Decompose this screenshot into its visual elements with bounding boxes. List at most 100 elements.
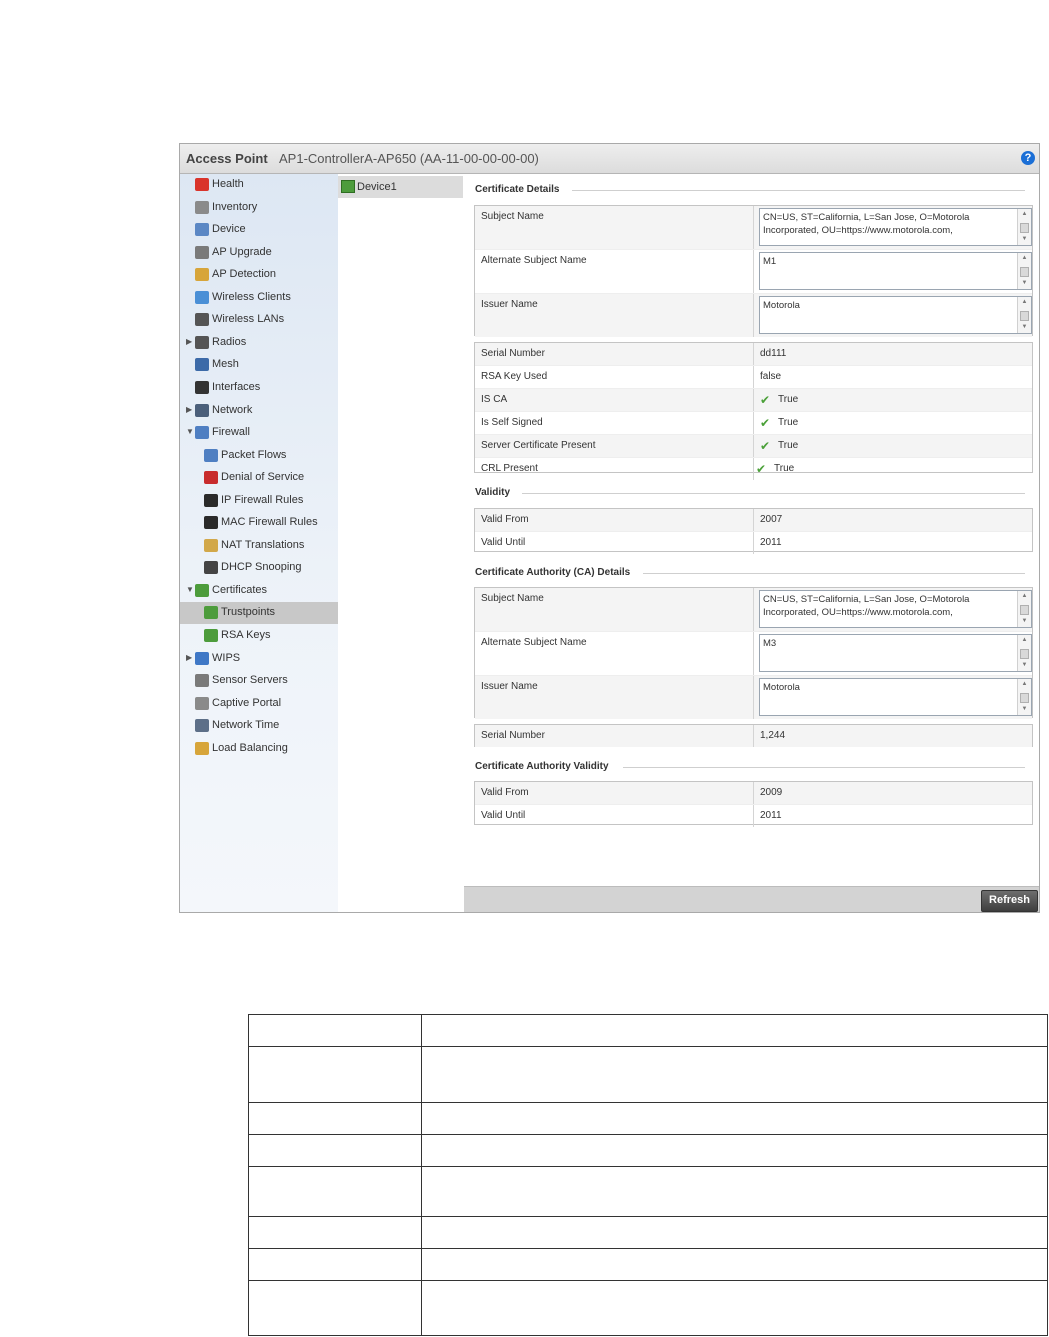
issuer-name-scrollbar[interactable]: ▲ ▼ <box>1017 297 1031 333</box>
nav-item-sensor-servers[interactable]: Sensor Servers <box>180 670 338 692</box>
is-self-signed-value: True <box>778 417 799 428</box>
device-label: Device1 <box>357 181 397 193</box>
check-icon: ✔ <box>760 416 771 430</box>
nav-item-wireless-clients[interactable]: Wireless Clients <box>180 287 338 309</box>
scroll-down-icon[interactable]: ▼ <box>1018 235 1031 244</box>
expand-arrow-icon[interactable]: ▶ <box>186 405 194 414</box>
ca-subject-name-scrollbar[interactable]: ▲ ▼ <box>1017 591 1031 627</box>
section-title-validity: Validity <box>475 487 511 498</box>
nav-item-mesh[interactable]: Mesh <box>180 354 338 376</box>
nav-item-mac-firewall-rules[interactable]: MAC Firewall Rules <box>180 512 338 534</box>
ca-issuer-name-scrollbar[interactable]: ▲ ▼ <box>1017 679 1031 715</box>
row-ca-issuer-name: Issuer Name Motorola ▲ ▼ <box>475 676 1032 719</box>
nav-item-label: Firewall <box>212 426 250 439</box>
expand-arrow-icon[interactable]: ▶ <box>186 337 194 346</box>
nav-item-ap-upgrade[interactable]: AP Upgrade <box>180 242 338 264</box>
serial-number-label: Serial Number <box>481 348 545 359</box>
trustpoint-details-panel: Certificate Details Subject Name CN=US, … <box>464 174 1039 912</box>
scroll-up-icon[interactable]: ▲ <box>1018 592 1031 601</box>
scroll-up-icon[interactable]: ▲ <box>1018 636 1031 645</box>
nav-item-label: Trustpoints <box>221 606 276 619</box>
rsa-key-used-value: false <box>760 371 782 382</box>
scroll-up-icon[interactable]: ▲ <box>1018 298 1031 307</box>
expand-arrow-icon[interactable]: ▶ <box>186 653 194 662</box>
scroll-thumb[interactable] <box>1020 311 1029 321</box>
ca-alt-subject-name-label: Alternate Subject Name <box>481 637 587 648</box>
collapse-arrow-icon[interactable]: ▼ <box>186 427 194 436</box>
row-is-ca: IS CA ✔ True <box>475 389 1032 412</box>
nav-item-trustpoints[interactable]: Trustpoints <box>180 602 338 625</box>
nav-item-radios[interactable]: ▶ Radios <box>180 332 338 354</box>
scroll-thumb[interactable] <box>1020 693 1029 703</box>
nav-item-captive-portal[interactable]: Captive Portal <box>180 693 338 715</box>
nav-item-network-time[interactable]: Network Time <box>180 715 338 737</box>
page-title: Access Point <box>186 151 268 166</box>
row-alt-subject-name: Alternate Subject Name M1 ▲ ▼ <box>475 250 1032 294</box>
scroll-up-icon[interactable]: ▲ <box>1018 254 1031 263</box>
scroll-thumb[interactable] <box>1020 649 1029 659</box>
scroll-down-icon[interactable]: ▼ <box>1018 323 1031 332</box>
alt-subject-name-textarea[interactable]: M1 ▲ ▼ <box>759 252 1032 290</box>
alt-subject-name-scrollbar[interactable]: ▲ ▼ <box>1017 253 1031 289</box>
ca-valid-from-label: Valid From <box>481 787 529 798</box>
table-row <box>248 1046 1048 1103</box>
table-row <box>248 1248 1048 1281</box>
subject-name-label: Subject Name <box>481 211 544 222</box>
rsa-key-used-label: RSA Key Used <box>481 371 548 382</box>
help-icon[interactable]: ? <box>1021 151 1035 165</box>
packet-flows-icon <box>204 448 218 462</box>
scroll-thumb[interactable] <box>1020 223 1029 233</box>
nav-item-wips[interactable]: ▶ WIPS <box>180 648 338 670</box>
nav-item-label: Sensor Servers <box>212 674 288 687</box>
valid-until-value: 2011 <box>760 537 782 548</box>
nav-item-label: Network Time <box>212 719 280 732</box>
nav-item-ip-firewall-rules[interactable]: IP Firewall Rules <box>180 490 338 512</box>
refresh-button[interactable]: Refresh <box>981 890 1038 912</box>
nav-item-label: Denial of Service <box>221 471 305 484</box>
device-list-item[interactable]: Device1 <box>338 176 463 198</box>
nav-item-inventory[interactable]: Inventory <box>180 197 338 219</box>
row-ca-serial-number: Serial Number 1,244 <box>475 725 1032 747</box>
scroll-down-icon[interactable]: ▼ <box>1018 279 1031 288</box>
ca-alt-subject-name-textarea[interactable]: M3 ▲ ▼ <box>759 634 1032 672</box>
section-divider <box>643 573 1025 574</box>
row-rsa-key-used: RSA Key Used false <box>475 366 1032 389</box>
scroll-down-icon[interactable]: ▼ <box>1018 617 1031 626</box>
nav-item-packet-flows[interactable]: Packet Flows <box>180 445 338 467</box>
ca-subject-name-textarea[interactable]: CN=US, ST=California, L=San Jose, O=Moto… <box>759 590 1032 628</box>
nav-item-load-balancing[interactable]: Load Balancing <box>180 738 338 760</box>
nav-item-dhcp-snooping[interactable]: DHCP Snooping <box>180 557 338 579</box>
title-bar: Access Point AP1-ControllerA-AP650 (AA-1… <box>180 144 1039 174</box>
scroll-down-icon[interactable]: ▼ <box>1018 705 1031 714</box>
scroll-thumb[interactable] <box>1020 605 1029 615</box>
nav-item-interfaces[interactable]: Interfaces <box>180 377 338 399</box>
device-list: Device1 <box>338 174 465 912</box>
nav-item-network[interactable]: ▶ Network <box>180 400 338 422</box>
nav-item-firewall[interactable]: ▼ Firewall <box>180 422 338 444</box>
nav-item-wireless-lans[interactable]: Wireless LANs <box>180 309 338 331</box>
collapse-arrow-icon[interactable]: ▼ <box>186 585 194 594</box>
issuer-name-textarea[interactable]: Motorola ▲ ▼ <box>759 296 1032 334</box>
scroll-down-icon[interactable]: ▼ <box>1018 661 1031 670</box>
nav-item-label: MAC Firewall Rules <box>221 516 318 529</box>
subject-name-scrollbar[interactable]: ▲ ▼ <box>1017 209 1031 245</box>
nav-item-ap-detection[interactable]: AP Detection <box>180 264 338 286</box>
row-ca-valid-from: Valid From 2009 <box>475 782 1032 805</box>
nav-item-nat-translations[interactable]: NAT Translations <box>180 535 338 557</box>
device-icon <box>195 223 209 237</box>
scroll-up-icon[interactable]: ▲ <box>1018 680 1031 689</box>
nav-item-denial-of-service[interactable]: Denial of Service <box>180 467 338 489</box>
ca-serial-number-value: 1,244 <box>760 730 786 741</box>
nav-item-label: Captive Portal <box>212 696 282 709</box>
subject-name-textarea[interactable]: CN=US, ST=California, L=San Jose, O=Moto… <box>759 208 1032 246</box>
certificates-icon <box>195 583 209 597</box>
scroll-thumb[interactable] <box>1020 267 1029 277</box>
ca-issuer-name-textarea[interactable]: Motorola ▲ ▼ <box>759 678 1032 716</box>
nav-item-rsa-keys[interactable]: RSA Keys <box>180 625 338 647</box>
nav-item-device[interactable]: Device <box>180 219 338 241</box>
section-divider <box>623 767 1025 768</box>
ca-alt-subject-name-scrollbar[interactable]: ▲ ▼ <box>1017 635 1031 671</box>
nav-item-certificates[interactable]: ▼ Certificates <box>180 580 338 602</box>
scroll-up-icon[interactable]: ▲ <box>1018 210 1031 219</box>
nav-item-health[interactable]: Health <box>180 174 338 196</box>
